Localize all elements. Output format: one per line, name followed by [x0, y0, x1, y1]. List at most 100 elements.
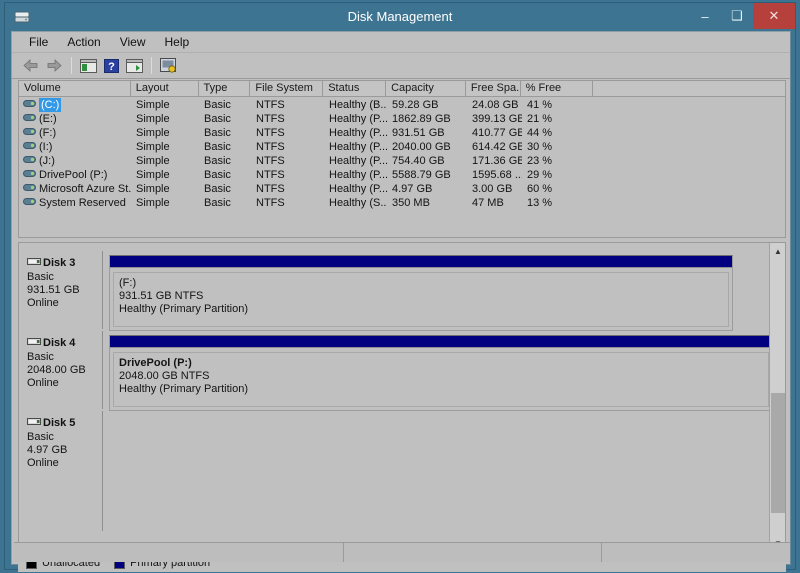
client-area: File Action View Help ? Volume Layout Ty… [11, 31, 791, 572]
forward-arrow-icon[interactable] [43, 55, 65, 76]
table-row[interactable]: (F:) Simple Basic NTFS Healthy (P... 931.51 G… [19, 126, 785, 140]
column-header-status[interactable]: Status [323, 81, 387, 96]
svg-text:?: ? [108, 61, 115, 73]
disk-info[interactable]: Disk 4 Basic 2048.00 GB Online [21, 331, 103, 409]
table-row[interactable]: (I:) Simple Basic NTFS Healthy (P... 2040.00 … [19, 140, 785, 154]
cell-volume[interactable]: (I:) [19, 140, 131, 154]
partition-color-bar [110, 256, 732, 268]
volume-name: (C:) [39, 98, 62, 112]
table-row[interactable]: (J:) Simple Basic NTFS Healthy (P... 754.40 G… [19, 154, 785, 168]
volume-list-rows: (C:) Simple Basic NTFS Healthy (B... 59.28 GB… [19, 98, 785, 210]
cell-free-space: 24.08 GB [472, 99, 519, 111]
cell-volume[interactable]: DrivePool (P:) [19, 168, 131, 182]
partition-block[interactable]: DrivePool (P:) 2048.00 GB NTFS Healthy (Pr… [109, 335, 773, 411]
status-pane-2 [344, 543, 602, 562]
vertical-scrollbar[interactable]: ▲ ▼ [769, 243, 785, 551]
cell-type: Basic [204, 155, 231, 167]
maximize-button[interactable]: ❑ [721, 3, 753, 29]
minimize-button[interactable]: – [689, 3, 721, 29]
table-row[interactable]: System Reserved Simple Basic NTFS Healthy (S… [19, 196, 785, 210]
cell-percent-free: 23 % [527, 155, 553, 167]
status-pane-1 [14, 543, 344, 562]
cell-capacity: 1862.89 GB [392, 113, 451, 125]
cell-free-space: 614.42 GB [472, 141, 522, 153]
cell-layout: Simple [136, 169, 170, 181]
cell-capacity: 5588.79 GB [392, 169, 451, 181]
column-header-capacity[interactable]: Capacity [386, 81, 466, 96]
scrollbar-thumb[interactable] [771, 393, 785, 513]
volume-name: (J:) [39, 155, 55, 167]
table-row[interactable]: DrivePool (P:) Simple Basic NTFS Healthy (P.… [19, 168, 785, 182]
column-header-percent-free[interactable]: % Free [520, 81, 593, 96]
cell-percent-free: 21 % [527, 113, 553, 125]
partition-block[interactable]: (F:) 931.51 GB NTFS Healthy (Primary Parti… [109, 255, 733, 331]
disk-name: Disk 4 [27, 337, 102, 349]
menu-item-view[interactable]: View [111, 34, 155, 50]
cell-volume[interactable]: (F:) [19, 126, 131, 140]
disk-size: 4.97 GB [27, 444, 68, 456]
column-header-filler [592, 81, 785, 96]
cell-layout: Simple [136, 127, 170, 139]
cell-status: Healthy (P... [329, 169, 387, 181]
disk-info[interactable]: Disk 3 Basic 931.51 GB Online [21, 251, 103, 329]
cell-percent-free: 41 % [527, 99, 553, 111]
cell-status: Healthy (P... [329, 113, 387, 125]
volume-drive-icon [23, 112, 36, 126]
cell-volume[interactable]: (E:) [19, 112, 131, 126]
toolbar-separator-2 [151, 57, 152, 74]
partition-details: DrivePool (P:) 2048.00 GB NTFS Healthy (Pr… [113, 352, 769, 407]
back-arrow-icon[interactable] [20, 55, 42, 76]
column-header-type[interactable]: Type [198, 81, 251, 96]
disk-type: Basic [27, 431, 54, 443]
volume-list[interactable]: Volume Layout Type File System Status Ca… [18, 80, 786, 238]
disk-type: Basic [27, 351, 54, 363]
disk-state: Online [27, 377, 59, 389]
menu-item-file[interactable]: File [20, 34, 57, 50]
disk-state: Online [27, 297, 59, 309]
disk-management-window: Disk Management – ❑ ✕ File Action View H… [4, 2, 796, 572]
graphical-disk-view[interactable]: Disk 3 Basic 931.51 GB Online (F:) 931.51 GB … [18, 242, 786, 552]
column-header-layout[interactable]: Layout [130, 81, 199, 96]
title-bar[interactable]: Disk Management – ❑ ✕ [5, 3, 795, 33]
table-row[interactable]: (E:) Simple Basic NTFS Healthy (P... 1862.89 … [19, 112, 785, 126]
disk-panel[interactable]: Disk 5 Basic 4.97 GB Online [21, 411, 781, 531]
cell-volume[interactable]: System Reserved [19, 196, 131, 210]
cell-type: Basic [204, 183, 231, 195]
cell-status: Healthy (P... [329, 127, 387, 139]
properties-icon[interactable] [123, 55, 145, 76]
cell-volume[interactable]: (J:) [19, 154, 131, 168]
column-header-volume[interactable]: Volume [19, 81, 131, 96]
close-button[interactable]: ✕ [753, 3, 795, 29]
cell-layout: Simple [136, 113, 170, 125]
column-header-file-system[interactable]: File System [250, 81, 324, 96]
disk-name-label: Disk 4 [43, 337, 76, 349]
volume-drive-icon [23, 140, 36, 154]
cell-file-system: NTFS [256, 113, 285, 125]
disk-state: Online [27, 457, 59, 469]
partition-status: Healthy (Primary Partition) [119, 383, 248, 395]
menu-item-action[interactable]: Action [58, 34, 109, 50]
column-header-free-space[interactable]: Free Spa... [465, 81, 521, 96]
menu-item-help[interactable]: Help [156, 34, 199, 50]
cell-volume[interactable]: Microsoft Azure St... [19, 182, 131, 196]
disk-panel[interactable]: Disk 3 Basic 931.51 GB Online (F:) 931.51 GB … [21, 251, 781, 331]
table-row[interactable]: Microsoft Azure St... Simple Basic NTFS Heal… [19, 182, 785, 196]
table-row[interactable]: (C:) Simple Basic NTFS Healthy (B... 59.28 GB… [19, 98, 785, 112]
show-console-tree-icon[interactable] [77, 55, 99, 76]
cell-capacity: 350 MB [392, 197, 430, 209]
disk-size: 931.51 GB [27, 284, 80, 296]
cell-layout: Simple [136, 155, 170, 167]
cell-free-space: 399.13 GB [472, 113, 522, 125]
cell-percent-free: 44 % [527, 127, 553, 139]
rescan-disks-icon[interactable] [157, 55, 179, 76]
toolbar-separator-1 [71, 57, 72, 74]
cell-volume[interactable]: (C:) [19, 98, 131, 112]
cell-free-space: 3.00 GB [472, 183, 513, 195]
partition-details: (F:) 931.51 GB NTFS Healthy (Primary Parti… [113, 272, 729, 327]
disk-info[interactable]: Disk 5 Basic 4.97 GB Online [21, 411, 103, 531]
scroll-up-arrow-icon[interactable]: ▲ [770, 243, 785, 259]
volume-drive-icon [23, 182, 36, 196]
cell-capacity: 754.40 GB [392, 155, 445, 167]
disk-panel[interactable]: Disk 4 Basic 2048.00 GB Online DrivePool (P:… [21, 331, 781, 411]
help-icon[interactable]: ? [100, 55, 122, 76]
